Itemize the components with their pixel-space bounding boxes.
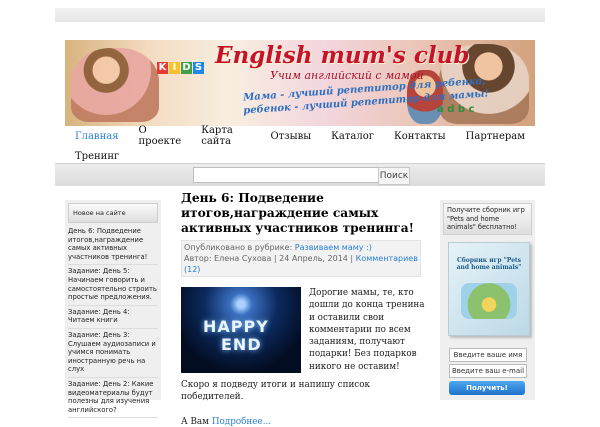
- read-more-link[interactable]: Подробнее...: [212, 417, 271, 427]
- game-book-cover: Сборник игр "Pets and home animals": [448, 242, 530, 336]
- meta-category-label: Опубликовано в рубрике:: [184, 243, 293, 252]
- meta-author-date: Автор: Елена Сухова | 24 Апрель, 2014 |: [184, 254, 354, 263]
- recent-post-link[interactable]: Задание: День 5: Начинаем говорить и сам…: [68, 265, 158, 306]
- nav-catalog[interactable]: Каталог: [321, 131, 384, 142]
- category-link[interactable]: Развиваем маму :): [295, 243, 372, 252]
- kids-blocks-logo: KIDS: [157, 62, 205, 74]
- nav-home[interactable]: Главная: [65, 131, 129, 142]
- block-letter: S: [193, 62, 204, 74]
- search-bar: Поиск: [55, 163, 545, 186]
- get-button[interactable]: Получить!: [449, 381, 525, 395]
- name-field[interactable]: Введите ваше имя: [449, 348, 527, 362]
- search-button[interactable]: Поиск: [378, 167, 410, 185]
- post-article: День 6: Подведение итогов,награждение са…: [181, 191, 425, 427]
- image-word-happy: HAPPY: [203, 317, 269, 336]
- post-paragraph: Скоро я подведу итоги и напишу список по…: [181, 380, 371, 402]
- nav-training[interactable]: Тренинг: [65, 151, 129, 162]
- post-title[interactable]: День 6: Подведение итогов,награждение са…: [181, 191, 421, 236]
- mother-daughter-photo-left: [71, 48, 159, 122]
- block-letter: I: [169, 62, 180, 74]
- image-word-end: END: [221, 335, 262, 354]
- nav-about[interactable]: О проекте: [129, 125, 192, 147]
- nav-sitemap[interactable]: Карта сайта: [191, 125, 260, 147]
- recent-post-link[interactable]: День 6: Подведение итогов,награждение са…: [68, 225, 158, 266]
- nav-reviews[interactable]: Отзывы: [260, 131, 321, 142]
- right-sidebar: Получите сборник игр "Pets and home anim…: [440, 200, 535, 400]
- search-input[interactable]: [193, 167, 379, 183]
- block-letter: K: [157, 62, 168, 74]
- block-letter: D: [181, 62, 192, 74]
- main-navigation: Главная О проекте Карта сайта Отзывы Кат…: [65, 125, 535, 166]
- offer-heading: Получите сборник игр "Pets and home anim…: [443, 203, 532, 235]
- sidebar-heading: Новое на сайте: [68, 203, 158, 223]
- post-meta: Опубликовано в рубрике: Развиваем маму :…: [181, 240, 421, 277]
- recent-posts-list: День 6: Подведение итогов,награждение са…: [65, 225, 161, 419]
- nav-partners[interactable]: Партнерам: [456, 131, 535, 142]
- site-title: English mum's club: [215, 42, 470, 69]
- email-field[interactable]: Введите ваш e-mail: [449, 364, 527, 378]
- paragraph-text: А Вам: [181, 417, 212, 427]
- abc-letters: a d b c: [437, 104, 475, 115]
- recent-post-link[interactable]: Задание: День 3: Слушаем аудиозаписи и у…: [68, 329, 158, 378]
- recent-post-link[interactable]: Задание: День 2: Какие видеоматериалы бу…: [68, 378, 158, 419]
- happy-end-image: HAPPY END: [181, 287, 301, 373]
- left-sidebar: Новое на сайте День 6: Подведение итогов…: [65, 200, 161, 419]
- recent-post-link[interactable]: Задание: День 4: Читаем книги: [68, 306, 158, 329]
- site-subtitle: Учим английский с мамой: [270, 69, 424, 82]
- book-illustration: [461, 283, 517, 319]
- header-banner[interactable]: KIDS English mum's club Учим английский …: [65, 40, 535, 126]
- post-content: HAPPY END Дорогие мамы, те, кто дошли до…: [181, 287, 425, 377]
- nav-contacts[interactable]: Контакты: [384, 131, 456, 142]
- top-bar: [55, 8, 545, 22]
- post-paragraph-2: А Вам Подробнее...: [181, 417, 421, 427]
- post-intro: Дорогие мамы, те, кто дошли до конца тре…: [309, 288, 425, 372]
- book-title: Сборник игр "Pets and home animals": [456, 257, 522, 271]
